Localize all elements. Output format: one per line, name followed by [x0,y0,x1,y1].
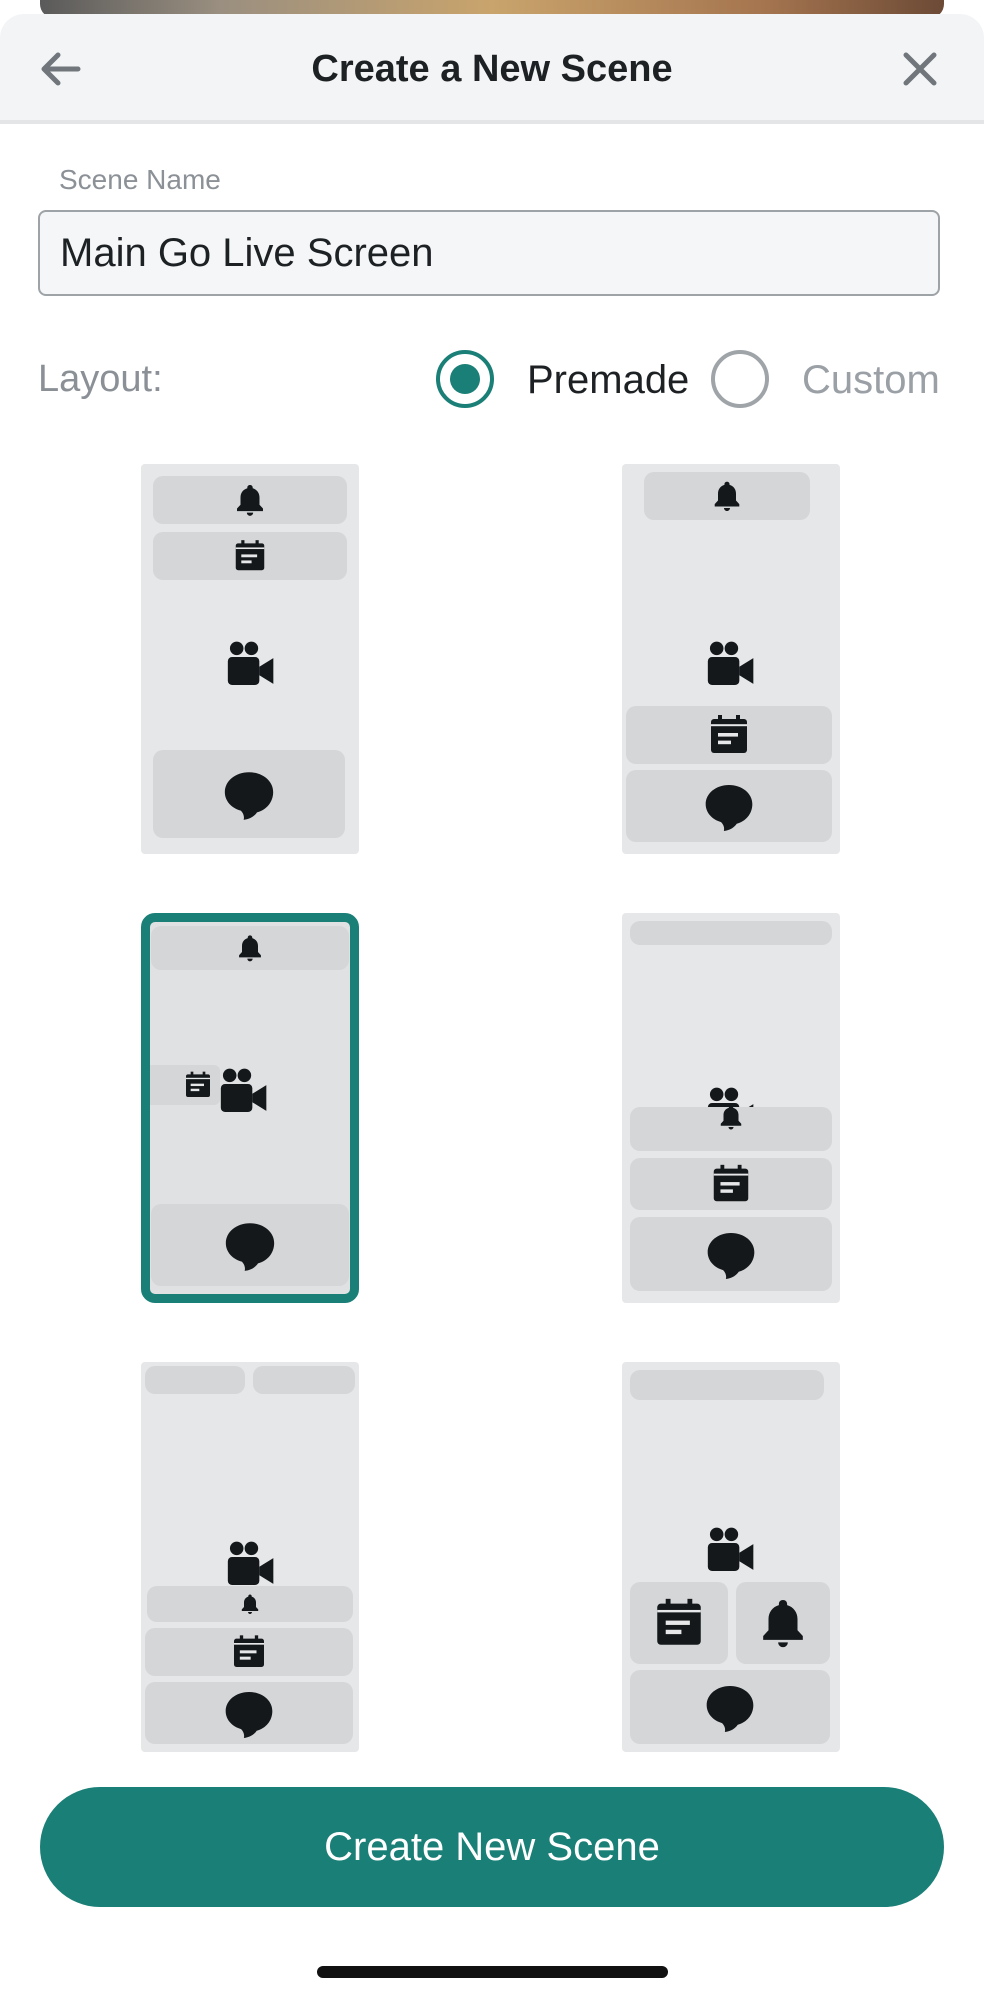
notification-slot [736,1582,830,1664]
calendar-icon [229,1632,269,1672]
layout-label: Layout: [38,358,163,400]
notification-slot [147,1586,353,1622]
video-camera-icon [215,1063,271,1119]
chat-slot [145,1682,353,1744]
notification-slot [153,476,347,524]
close-button[interactable] [896,47,944,91]
bell-icon [238,1592,262,1616]
chat-slot [151,1204,349,1286]
video-camera-icon [222,1536,278,1592]
schedule-slot [626,706,832,764]
chat-bubble-icon [221,1216,279,1274]
video-camera-icon [702,636,758,692]
video-camera-icon [702,1522,758,1578]
layout-option-2[interactable] [622,464,840,854]
bell-icon [716,1102,746,1132]
scene-name-input[interactable] [38,210,940,296]
calendar-icon [705,711,753,759]
chat-bubble-icon [702,1679,758,1735]
layout-option-6[interactable] [622,1362,840,1752]
custom-radio-label[interactable]: Custom [802,358,940,403]
schedule-slot [145,1628,353,1676]
home-indicator [317,1966,668,1978]
bell-icon [231,481,269,519]
chat-slot [626,770,832,842]
chat-slot [153,750,345,838]
chat-slot [630,1670,830,1744]
schedule-slot [150,1065,220,1105]
notification-slot [151,926,349,970]
sheet-header: Create a New Scene [0,14,984,124]
chat-bubble-icon [701,778,757,834]
custom-radio[interactable] [711,350,769,408]
schedule-slot [153,532,347,580]
chat-slot [630,1217,832,1291]
calendar-icon [182,1069,214,1101]
bell-icon [234,932,266,964]
premade-radio-label[interactable]: Premade [527,358,689,403]
notification-slot [644,472,810,520]
calendar-icon [708,1161,754,1207]
scene-name-label: Scene Name [59,164,221,195]
chat-bubble-icon [220,765,278,823]
top-left-slot [145,1366,245,1394]
layout-option-4[interactable] [622,913,840,1303]
premade-radio[interactable] [436,350,494,408]
page-title: Create a New Scene [311,48,673,90]
notification-slot [630,1107,832,1151]
calendar-icon [650,1594,708,1652]
bell-icon [709,478,745,514]
banner-slot [630,921,832,945]
create-scene-sheet: Create a New Scene Scene Name Layout: Pr… [0,14,984,1999]
close-icon [903,52,937,86]
chat-bubble-icon [703,1226,759,1282]
chat-bubble-icon [221,1685,277,1741]
create-new-scene-button[interactable]: Create New Scene [40,1787,944,1907]
schedule-slot [630,1582,728,1664]
top-right-slot [253,1366,355,1394]
schedule-slot [630,1158,832,1210]
video-camera-icon [222,636,278,692]
bell-icon [754,1594,812,1652]
banner-slot [630,1370,824,1400]
layout-option-1[interactable] [141,464,359,854]
layout-option-3[interactable] [141,913,359,1303]
layout-option-5[interactable] [141,1362,359,1752]
calendar-icon [231,537,269,575]
